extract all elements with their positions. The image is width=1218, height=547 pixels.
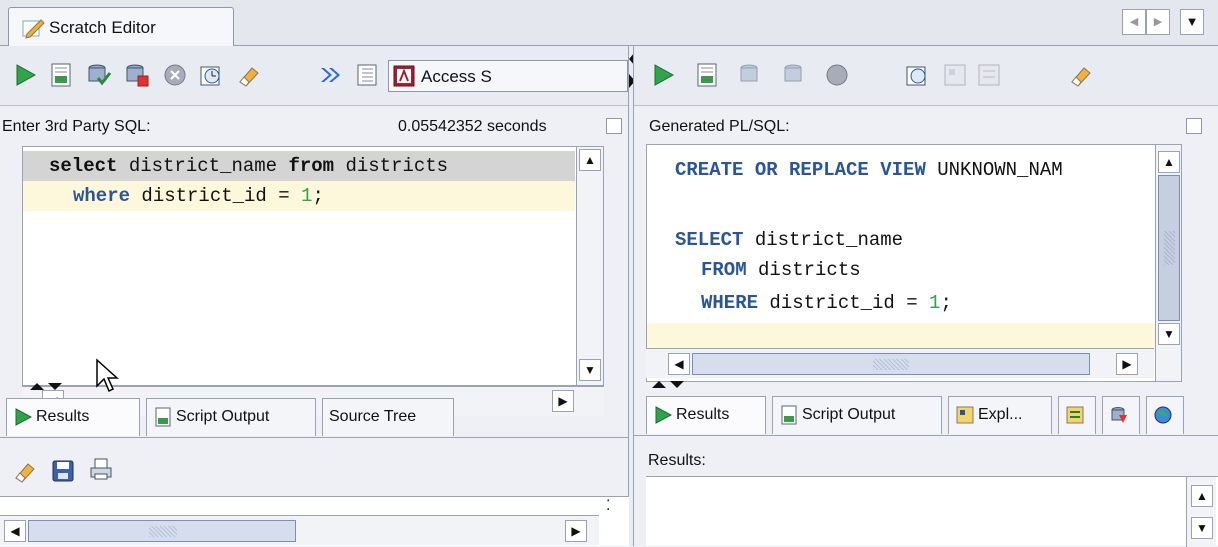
scroll-down-button[interactable]: ▼ bbox=[1191, 517, 1213, 539]
plsql-line-5: WHERE district_id = 1; bbox=[701, 292, 952, 314]
tab-dbms-output[interactable] bbox=[1102, 396, 1140, 434]
tab-scroll-right-button[interactable]: ▶ bbox=[1146, 9, 1170, 35]
results-grid[interactable]: ▲ ▼ bbox=[646, 476, 1218, 547]
run-icon[interactable] bbox=[650, 62, 676, 88]
scroll-down-button[interactable]: ▼ bbox=[579, 359, 601, 381]
eraser-icon[interactable] bbox=[1068, 62, 1094, 88]
tab-source-tree-label: Source Tree bbox=[329, 408, 417, 425]
plsql-line-1: CREATE OR REPLACE VIEW UNKNOWN_NAM bbox=[675, 159, 1063, 181]
scroll-thumb[interactable] bbox=[692, 353, 1090, 375]
scroll-left-button[interactable]: ◀ bbox=[668, 353, 690, 375]
sql-editor[interactable]: select district_name from districts wher… bbox=[22, 146, 604, 386]
tab-scratch-editor[interactable]: Scratch Editor bbox=[8, 7, 234, 47]
double-arrow-icon[interactable] bbox=[318, 62, 344, 88]
dbms-output-icon bbox=[1111, 406, 1127, 423]
cancel-icon[interactable] bbox=[824, 62, 850, 88]
explain-plan-icon bbox=[956, 406, 974, 424]
autotrace-icon bbox=[1066, 406, 1084, 424]
cancel-icon[interactable] bbox=[162, 62, 188, 88]
plsql-line-4: FROM districts bbox=[701, 259, 861, 281]
scroll-up-button[interactable]: ▲ bbox=[579, 149, 601, 171]
translator-dropdown[interactable]: Access S bbox=[388, 60, 628, 92]
right-output-tabs: Results Script Output Expl... bbox=[634, 396, 1218, 436]
tab-list-dropdown-button[interactable]: ▼ bbox=[1180, 9, 1204, 35]
rollback-icon[interactable] bbox=[124, 62, 150, 88]
elapsed-time: 0.05542352 seconds bbox=[398, 118, 547, 135]
splitter-handle[interactable]: ⁚ bbox=[606, 497, 610, 514]
results-label: Results: bbox=[648, 452, 706, 469]
left-toggle-checkbox[interactable] bbox=[606, 118, 622, 134]
tab-source-tree[interactable]: Source Tree bbox=[322, 398, 454, 436]
tab-results-label: Results bbox=[36, 408, 90, 425]
scroll-left-button[interactable]: ◀ bbox=[4, 520, 26, 542]
tab-results-label: Results bbox=[676, 406, 730, 423]
scroll-right-button[interactable]: ▶ bbox=[1116, 353, 1138, 375]
left-pane: Access S Enter 3rd Party SQL: 0.05542352… bbox=[0, 46, 629, 546]
plsql-vertical-scrollbar[interactable]: ▲ ▼ bbox=[1155, 145, 1181, 381]
access-icon bbox=[393, 65, 415, 87]
plsql-line-3: SELECT district_name bbox=[675, 229, 904, 251]
results-vertical-scrollbar[interactable]: ▲ ▼ bbox=[1186, 477, 1216, 547]
left-output-area[interactable]: ◀ ▶ ⁚ bbox=[0, 496, 629, 546]
plsql-label: Generated PL/SQL: bbox=[649, 118, 790, 135]
globe-icon bbox=[1154, 406, 1172, 424]
mouse-pointer-icon bbox=[96, 358, 119, 393]
eraser-icon[interactable] bbox=[236, 62, 262, 88]
run-icon bbox=[15, 407, 33, 426]
run-icon bbox=[655, 405, 673, 424]
tab-script-output[interactable]: Script Output bbox=[772, 396, 942, 434]
tab-scroll-left-button[interactable]: ◀ bbox=[1122, 9, 1146, 35]
commit-icon[interactable] bbox=[86, 62, 112, 88]
translator-dropdown-label: Access S bbox=[421, 67, 492, 86]
plsql-horizontal-scrollbar[interactable]: ◀ ▶ bbox=[646, 348, 1154, 378]
tab-owa-output[interactable] bbox=[1146, 396, 1184, 434]
history-icon[interactable] bbox=[904, 62, 930, 88]
left-toolbar: Access S bbox=[0, 46, 628, 106]
script-icon[interactable] bbox=[48, 62, 74, 88]
eraser-icon[interactable] bbox=[12, 458, 38, 484]
tab-results[interactable]: Results bbox=[646, 396, 766, 434]
tab-label: Scratch Editor bbox=[49, 18, 156, 37]
autotrace-icon[interactable] bbox=[976, 62, 1002, 88]
splitter-arrows-icon[interactable] bbox=[28, 382, 64, 392]
editor-tab-bar: Scratch Editor ◀ ▶ ▼ bbox=[0, 0, 1218, 47]
right-toolbar bbox=[634, 46, 1218, 106]
tab-explain-label: Expl... bbox=[978, 406, 1023, 423]
scroll-up-button[interactable]: ▲ bbox=[1191, 485, 1213, 507]
output-horizontal-scrollbar[interactable]: ◀ ▶ bbox=[0, 515, 599, 545]
sql-line-1: select district_name from districts bbox=[49, 155, 449, 177]
script-icon bbox=[781, 405, 797, 425]
pencil-icon bbox=[22, 19, 45, 39]
history-icon[interactable] bbox=[198, 62, 224, 88]
scroll-right-button[interactable]: ▶ bbox=[565, 520, 587, 542]
right-toggle-checkbox[interactable] bbox=[1186, 118, 1202, 134]
sql-line-2: where district_id = 1; bbox=[73, 185, 324, 207]
plsql-editor[interactable]: CREATE OR REPLACE VIEW UNKNOWN_NAM SELEC… bbox=[646, 144, 1182, 382]
run-icon[interactable] bbox=[12, 62, 38, 88]
tab-results[interactable]: Results bbox=[6, 398, 140, 436]
commit-icon[interactable] bbox=[738, 62, 764, 88]
scroll-thumb[interactable] bbox=[28, 520, 296, 542]
tab-explain[interactable]: Expl... bbox=[948, 396, 1052, 434]
tab-script-output-label: Script Output bbox=[176, 408, 270, 425]
splitter-arrows-icon[interactable] bbox=[650, 380, 686, 390]
explain-plan-icon[interactable] bbox=[942, 62, 968, 88]
script-icon[interactable] bbox=[694, 62, 720, 88]
grid-icon[interactable] bbox=[354, 62, 380, 88]
tab-script-output[interactable]: Script Output bbox=[146, 398, 316, 436]
tab-script-output-label: Script Output bbox=[802, 406, 896, 423]
sql-vertical-scrollbar[interactable]: ▲ ▼ bbox=[576, 147, 603, 385]
scroll-up-button[interactable]: ▲ bbox=[1158, 151, 1180, 173]
left-output-tabs: Results Script Output Source Tree bbox=[0, 398, 629, 438]
right-pane: Generated PL/SQL: CREATE OR REPLACE VIEW… bbox=[633, 46, 1218, 547]
scroll-down-button[interactable]: ▼ bbox=[1158, 323, 1180, 345]
scroll-thumb[interactable] bbox=[1158, 175, 1180, 321]
tab-autotrace[interactable] bbox=[1058, 396, 1096, 434]
rollback-icon[interactable] bbox=[782, 62, 808, 88]
print-icon[interactable] bbox=[88, 456, 114, 482]
sql-input-label: Enter 3rd Party SQL: bbox=[2, 118, 151, 135]
script-icon bbox=[155, 407, 171, 427]
save-icon[interactable] bbox=[50, 458, 76, 484]
